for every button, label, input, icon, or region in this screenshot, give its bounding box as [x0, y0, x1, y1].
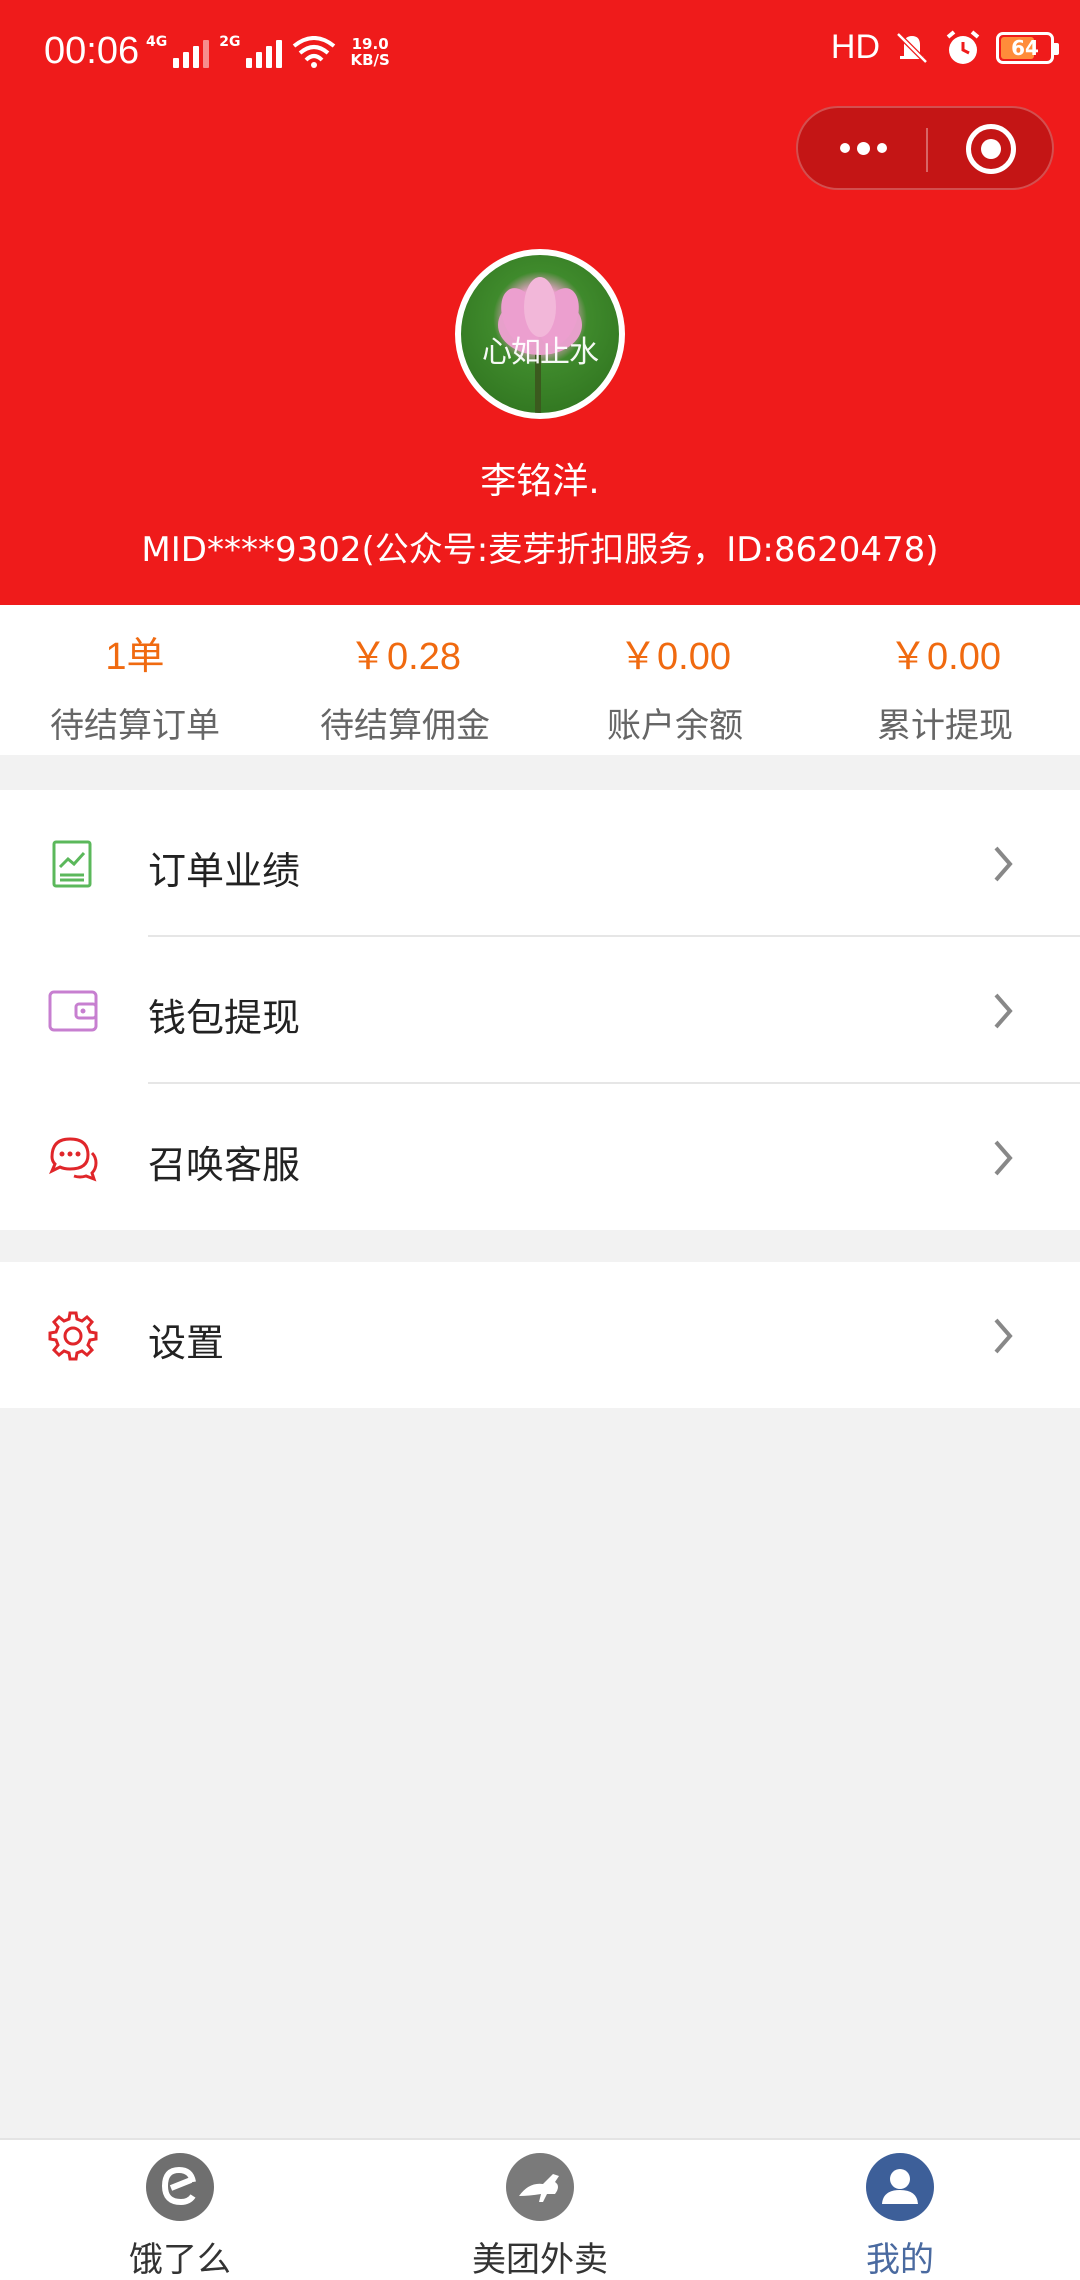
menu-label: 召唤客服	[148, 1143, 301, 1187]
stat-total-withdrawn[interactable]: ￥0.00 累计提现	[810, 605, 1080, 755]
more-icon[interactable]	[828, 108, 898, 188]
stat-pending-orders[interactable]: 1单 待结算订单	[0, 605, 270, 755]
tab-label: 饿了么	[129, 2240, 231, 2280]
wifi-icon	[293, 36, 336, 68]
menu-label: 钱包提现	[148, 996, 301, 1040]
status-left-icons: 4G 2G 19.0 KB/S	[146, 34, 390, 68]
battery-level: 64	[1011, 35, 1039, 60]
stat-value: 1单	[105, 636, 165, 678]
kangaroo-icon	[506, 2153, 574, 2221]
signal-2g-icon: 2G	[219, 34, 283, 68]
username: 李铭洋.	[480, 461, 600, 502]
menu-item-wallet-withdraw[interactable]: 钱包提现	[0, 937, 1080, 1084]
stat-label: 待结算订单	[50, 706, 220, 746]
stat-value: ￥0.00	[889, 636, 1001, 678]
stats-row: 1单 待结算订单 ￥0.28 待结算佣金 ￥0.00 账户余额 ￥0.00 累计…	[0, 605, 1080, 755]
stat-pending-commission[interactable]: ￥0.28 待结算佣金	[270, 605, 540, 755]
wallet-icon	[48, 990, 98, 1032]
tab-meituan[interactable]: 美团外卖	[360, 2140, 720, 2280]
miniprogram-capsule	[796, 106, 1054, 190]
chat-icon	[49, 1137, 98, 1182]
chart-icon	[52, 840, 92, 888]
speed-value: 19.0	[351, 35, 389, 53]
menu-group-main: 订单业绩 钱包提现 召唤客服	[0, 790, 1080, 1230]
net2-label: 2G	[219, 34, 241, 50]
tab-eleme[interactable]: 饿了么	[0, 2140, 360, 2280]
stat-account-balance[interactable]: ￥0.00 账户余额	[540, 605, 810, 755]
status-time: 00:06	[44, 30, 140, 72]
close-target-icon[interactable]	[966, 124, 1016, 174]
network-speed: 19.0 KB/S	[350, 36, 389, 68]
avatar-text: 心如止水	[482, 335, 599, 370]
tab-label: 我的	[866, 2240, 934, 2280]
menu-label: 订单业绩	[148, 849, 301, 893]
menu-label: 设置	[148, 1321, 225, 1365]
stat-value: ￥0.28	[349, 636, 461, 678]
bottom-tab-bar: 饿了么 美团外卖 我的	[0, 2138, 1080, 2280]
hd-indicator: HD	[830, 28, 880, 66]
menu-item-order-performance[interactable]: 订单业绩	[0, 790, 1080, 937]
stat-label: 待结算佣金	[320, 706, 490, 746]
menu-group-settings: 设置	[0, 1262, 1080, 1408]
chevron-right-icon	[994, 993, 1013, 1029]
user-icon	[866, 2153, 934, 2221]
stat-label: 账户余额	[607, 706, 743, 746]
stat-value: ￥0.00	[619, 636, 731, 678]
avatar[interactable]: 心如止水	[455, 249, 625, 419]
stat-label: 累计提现	[877, 706, 1013, 746]
status-bar: 00:06 4G 2G 19.0 KB/S HD 64	[0, 0, 1080, 110]
tab-mine[interactable]: 我的	[720, 2140, 1080, 2280]
alarm-icon	[946, 29, 980, 64]
net1-label: 4G	[146, 34, 168, 50]
mute-icon	[896, 31, 928, 64]
menu-item-customer-service[interactable]: 召唤客服	[0, 1084, 1080, 1231]
eleme-icon	[146, 2153, 214, 2221]
status-right-icons: HD 64	[830, 28, 1059, 67]
member-id-line: MID****9302(公众号:麦芽折扣服务，ID:8620478)	[141, 530, 939, 570]
chevron-right-icon	[994, 1318, 1013, 1354]
battery-icon: 64	[996, 31, 1059, 64]
gear-icon	[48, 1311, 98, 1361]
profile-header: 00:06 4G 2G 19.0 KB/S HD 64 心如止水 李铭洋. MI…	[0, 0, 1080, 605]
chevron-right-icon	[994, 846, 1013, 882]
signal-4g-icon: 4G	[146, 34, 210, 68]
menu-item-settings[interactable]: 设置	[0, 1262, 1080, 1409]
tab-label: 美团外卖	[472, 2240, 608, 2280]
chevron-right-icon	[994, 1140, 1013, 1176]
speed-unit: KB/S	[350, 51, 390, 69]
